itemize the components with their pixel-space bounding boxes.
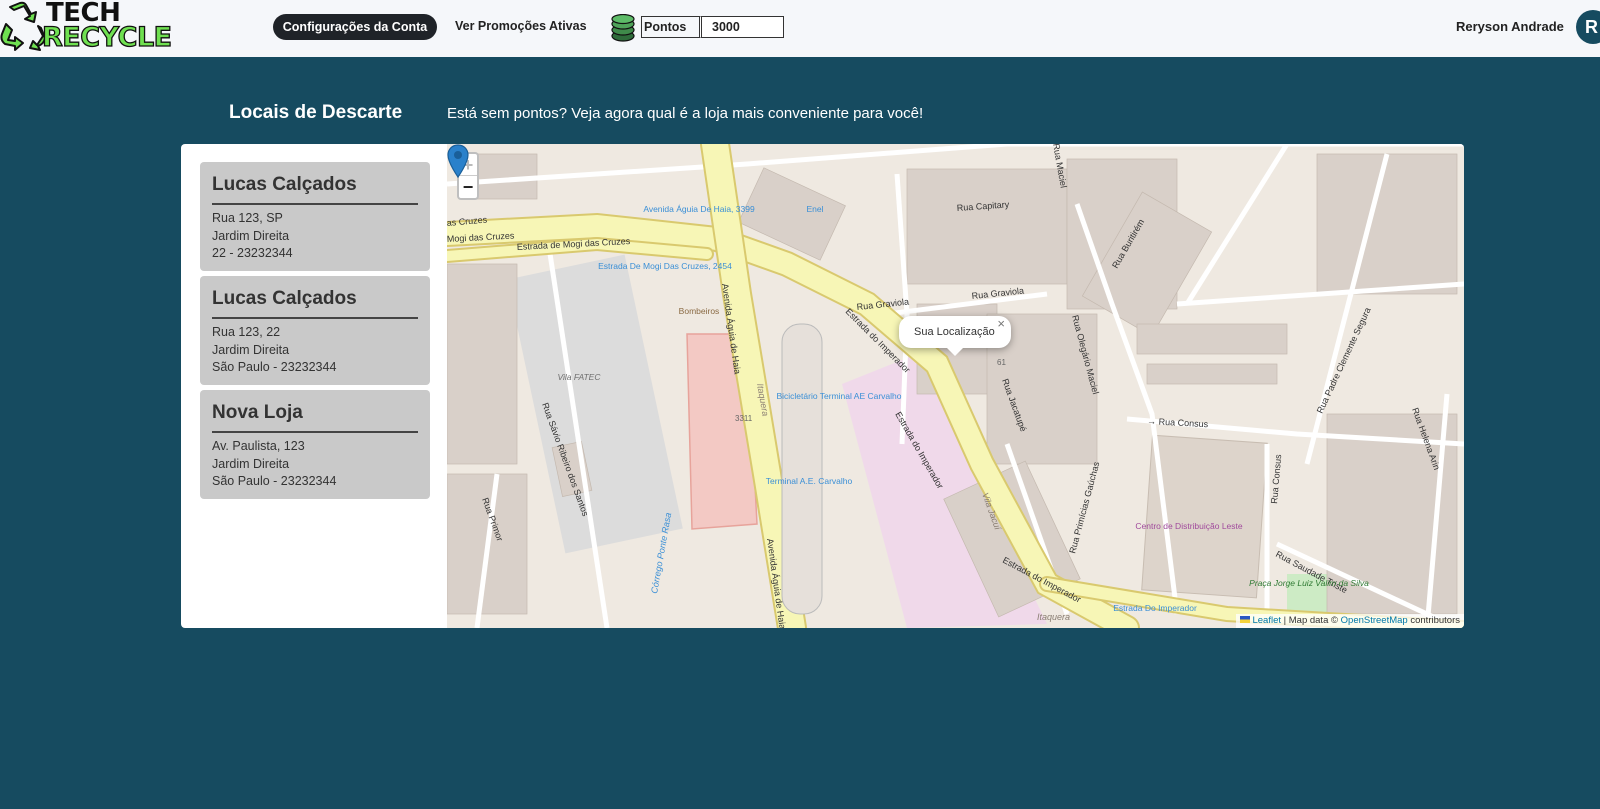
store-address: Rua 123, SP: [212, 211, 283, 225]
svg-text:Rua Primícias Gaúchas: Rua Primícias Gaúchas: [1067, 460, 1101, 554]
user-name[interactable]: Reryson Andrade: [1456, 19, 1564, 34]
svg-text:Bombeiros: Bombeiros: [679, 306, 720, 316]
svg-text:Avenida Águia De Haia, 3399: Avenida Águia De Haia, 3399: [643, 204, 755, 214]
store-neighborhood: Jardim Direita: [212, 456, 290, 471]
svg-text:Estrada De Mogi Das Cruzes, 24: Estrada De Mogi Das Cruzes, 2454: [598, 261, 732, 271]
svg-text:61: 61: [997, 358, 1006, 367]
street-map-tiles: as Cruzes Mogi das Cruzes Estrada de Mog…: [447, 144, 1464, 628]
svg-text:Vila FATEC: Vila FATEC: [558, 372, 602, 382]
map-attribution: Leaflet | Map data © OpenStreetMap contr…: [1236, 614, 1464, 628]
svg-text:→ Rua Consus: → Rua Consus: [1147, 416, 1209, 429]
page-subtitle: Está sem pontos? Veja agora qual é a loj…: [447, 105, 924, 122]
top-navbar: TECH RECYCLE Configurações da Conta Ver …: [0, 0, 1600, 57]
location-popup: Sua Localização ×: [899, 316, 1011, 356]
store-city-phone: 22 - 23232344: [212, 246, 293, 260]
svg-text:Enel: Enel: [806, 204, 823, 214]
store-address: Av. Paulista, 123: [212, 439, 305, 453]
svg-text:3311: 3311: [735, 414, 753, 423]
attribution-suffix: contributors: [1407, 615, 1460, 626]
popup-text: Sua Localização: [914, 326, 995, 338]
svg-text:Rua Consus: Rua Consus: [1269, 453, 1283, 504]
tech-recycle-logo[interactable]: TECH RECYCLE: [0, 0, 178, 54]
disposal-locations-panel: Lucas Calçados Rua 123, SP Jardim Direit…: [181, 144, 1464, 628]
svg-text:Itaquera: Itaquera: [1037, 612, 1070, 622]
svg-text:Bicicletário Terminal AE Carva: Bicicletário Terminal AE Carvalho: [776, 391, 901, 401]
flag-icon: [1240, 616, 1251, 623]
leaflet-link[interactable]: Leaflet: [1252, 615, 1281, 626]
store-name: Nova Loja: [212, 402, 418, 433]
active-promotions-link[interactable]: Ver Promoções Ativas: [455, 19, 587, 33]
logo-text-recycle: RECYCLE: [41, 21, 172, 53]
popup-tip: [945, 346, 965, 356]
points-value: 3000: [699, 16, 784, 38]
store-neighborhood: Jardim Direita: [212, 342, 290, 357]
svg-text:Estrada Do Imperador: Estrada Do Imperador: [1113, 603, 1197, 613]
store-neighborhood: Jardim Direita: [212, 228, 290, 243]
svg-text:Terminal A.E. Carvalho: Terminal A.E. Carvalho: [766, 476, 853, 486]
zoom-out-button[interactable]: −: [459, 176, 477, 198]
map-pin-icon[interactable]: [447, 144, 469, 178]
store-city-phone: São Paulo - 23232344: [212, 474, 337, 488]
store-card[interactable]: Nova Loja Av. Paulista, 123 Jardim Direi…: [200, 390, 430, 499]
store-city-phone: São Paulo - 23232344: [212, 360, 337, 374]
coins-icon: [611, 14, 635, 42]
user-avatar[interactable]: R: [1576, 10, 1600, 44]
popup-close-button[interactable]: ×: [997, 308, 1005, 340]
store-card[interactable]: Lucas Calçados Rua 123, SP Jardim Direit…: [200, 162, 430, 271]
recycle-icon: [0, 1, 46, 51]
map-view[interactable]: as Cruzes Mogi das Cruzes Estrada de Mog…: [447, 144, 1464, 628]
store-name: Lucas Calçados: [212, 288, 418, 319]
svg-text:Centro de Distribuição Leste: Centro de Distribuição Leste: [1135, 521, 1243, 531]
account-settings-button[interactable]: Configurações da Conta: [273, 14, 437, 40]
store-name: Lucas Calçados: [212, 174, 418, 205]
store-address: Rua 123, 22: [212, 325, 281, 339]
osm-link[interactable]: OpenStreetMap: [1341, 615, 1408, 626]
points-label: Pontos: [641, 16, 699, 38]
attribution-text: | Map data ©: [1281, 615, 1341, 626]
svg-text:Praça Jorge Luiz Valim da Silv: Praça Jorge Luiz Valim da Silva: [1249, 578, 1369, 588]
page-title: Locais de Descarte: [229, 102, 403, 123]
store-list: Lucas Calçados Rua 123, SP Jardim Direit…: [200, 162, 430, 504]
store-card[interactable]: Lucas Calçados Rua 123, 22 Jardim Direit…: [200, 276, 430, 385]
